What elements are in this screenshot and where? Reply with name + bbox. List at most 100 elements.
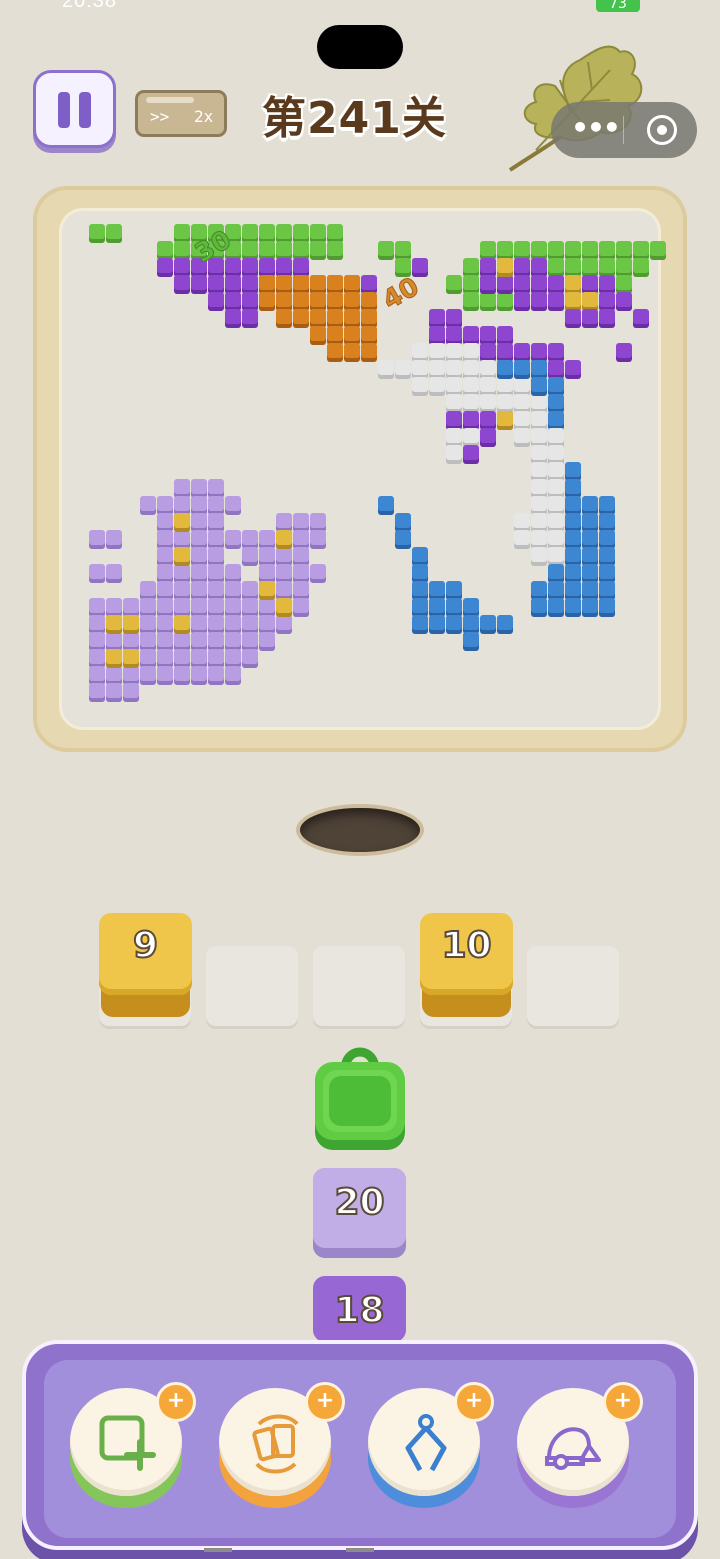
pixel-block[interactable]: [276, 615, 292, 630]
pixel-block[interactable]: [225, 581, 241, 596]
pixel-block[interactable]: [225, 649, 241, 664]
pixel-block[interactable]: [582, 275, 598, 290]
pixel-block[interactable]: [89, 564, 105, 579]
pixel-block[interactable]: [480, 394, 496, 409]
pixel-block[interactable]: [174, 479, 190, 494]
pixel-block[interactable]: [480, 258, 496, 273]
pixel-block[interactable]: [208, 530, 224, 545]
pixel-block[interactable]: [514, 411, 530, 426]
pixel-block[interactable]: [463, 275, 479, 290]
pixel-block[interactable]: [480, 360, 496, 375]
pixel-block[interactable]: [208, 292, 224, 307]
pixel-block[interactable]: [463, 411, 479, 426]
pixel-block[interactable]: [565, 258, 581, 273]
pixel-block[interactable]: [225, 292, 241, 307]
pixel-block[interactable]: [548, 428, 564, 443]
pixel-block[interactable]: [106, 683, 122, 698]
pixel-block[interactable]: [514, 258, 530, 273]
pixel-block[interactable]: [208, 581, 224, 596]
pixel-block[interactable]: [327, 326, 343, 341]
pixel-block[interactable]: [582, 241, 598, 256]
pixel-block[interactable]: [531, 445, 547, 460]
pixel-block[interactable]: [225, 615, 241, 630]
pixel-block[interactable]: [157, 258, 173, 273]
pixel-block[interactable]: [616, 275, 632, 290]
pixel-block[interactable]: [531, 343, 547, 358]
pixel-block[interactable]: [395, 513, 411, 528]
pixel-block[interactable]: [191, 258, 207, 273]
add-booster-badge[interactable]: +: [603, 1382, 643, 1422]
pixel-block[interactable]: [633, 241, 649, 256]
pixel-block[interactable]: [157, 632, 173, 647]
pixel-block[interactable]: [225, 564, 241, 579]
pixel-block[interactable]: [548, 360, 564, 375]
pixel-block[interactable]: [208, 615, 224, 630]
pixel-block[interactable]: [106, 598, 122, 613]
pixel-block[interactable]: [310, 530, 326, 545]
pixel-block[interactable]: [123, 666, 139, 681]
pixel-block[interactable]: [497, 326, 513, 341]
pixel-block[interactable]: [310, 326, 326, 341]
pixel-block[interactable]: [225, 666, 241, 681]
pixel-block[interactable]: [463, 598, 479, 613]
pixel-block[interactable]: [548, 377, 564, 392]
pixel-block[interactable]: [310, 309, 326, 324]
pixel-block[interactable]: [582, 547, 598, 562]
pixel-block[interactable]: [157, 581, 173, 596]
pixel-block[interactable]: [480, 411, 496, 426]
pixel-block[interactable]: [565, 530, 581, 545]
pixel-block[interactable]: [259, 581, 275, 596]
pixel-block[interactable]: [327, 343, 343, 358]
pixel-art-canvas[interactable]: [33, 186, 687, 752]
pixel-block[interactable]: [514, 343, 530, 358]
booster-vacuum-button[interactable]: +: [517, 1382, 643, 1510]
pixel-block[interactable]: [599, 513, 615, 528]
pixel-block[interactable]: [157, 666, 173, 681]
pixel-block[interactable]: [412, 547, 428, 562]
pixel-block[interactable]: [361, 292, 377, 307]
pixel-block[interactable]: [548, 292, 564, 307]
pixel-block[interactable]: [276, 224, 292, 239]
pixel-block[interactable]: [89, 598, 105, 613]
pixel-block[interactable]: [514, 377, 530, 392]
pixel-block[interactable]: [191, 530, 207, 545]
pixel-block[interactable]: [565, 479, 581, 494]
pixel-block[interactable]: [548, 462, 564, 477]
pixel-block[interactable]: [514, 428, 530, 443]
pixel-block[interactable]: [225, 224, 241, 239]
pixel-block[interactable]: [548, 496, 564, 511]
pixel-block[interactable]: [276, 564, 292, 579]
pixel-block[interactable]: [140, 598, 156, 613]
pixel-block[interactable]: [140, 632, 156, 647]
pixel-block[interactable]: [531, 513, 547, 528]
pixel-block[interactable]: [174, 581, 190, 596]
pixel-block[interactable]: [395, 530, 411, 545]
pixel-block[interactable]: [463, 632, 479, 647]
pixel-block[interactable]: [174, 224, 190, 239]
pixel-block[interactable]: [514, 530, 530, 545]
pixel-block[interactable]: [310, 241, 326, 256]
pixel-block[interactable]: [157, 564, 173, 579]
pixel-block[interactable]: [140, 581, 156, 596]
pixel-block[interactable]: [89, 632, 105, 647]
pixel-block[interactable]: [276, 581, 292, 596]
pixel-block[interactable]: [191, 666, 207, 681]
pixel-block[interactable]: [361, 343, 377, 358]
pixel-block[interactable]: [259, 224, 275, 239]
pixel-block[interactable]: [208, 258, 224, 273]
speed-toggle-button[interactable]: >> 2x: [135, 90, 227, 137]
pixel-block[interactable]: [531, 428, 547, 443]
pixel-block[interactable]: [344, 309, 360, 324]
pixel-block[interactable]: [259, 598, 275, 613]
pixel-block[interactable]: [446, 394, 462, 409]
pixel-block[interactable]: [446, 598, 462, 613]
pixel-block[interactable]: [293, 224, 309, 239]
pixel-block[interactable]: [446, 615, 462, 630]
pixel-block[interactable]: [140, 649, 156, 664]
pixel-block[interactable]: [548, 275, 564, 290]
pixel-block[interactable]: [361, 309, 377, 324]
pixel-block[interactable]: [174, 496, 190, 511]
pixel-block[interactable]: [582, 598, 598, 613]
pixel-block[interactable]: [174, 649, 190, 664]
pixel-block[interactable]: [191, 615, 207, 630]
